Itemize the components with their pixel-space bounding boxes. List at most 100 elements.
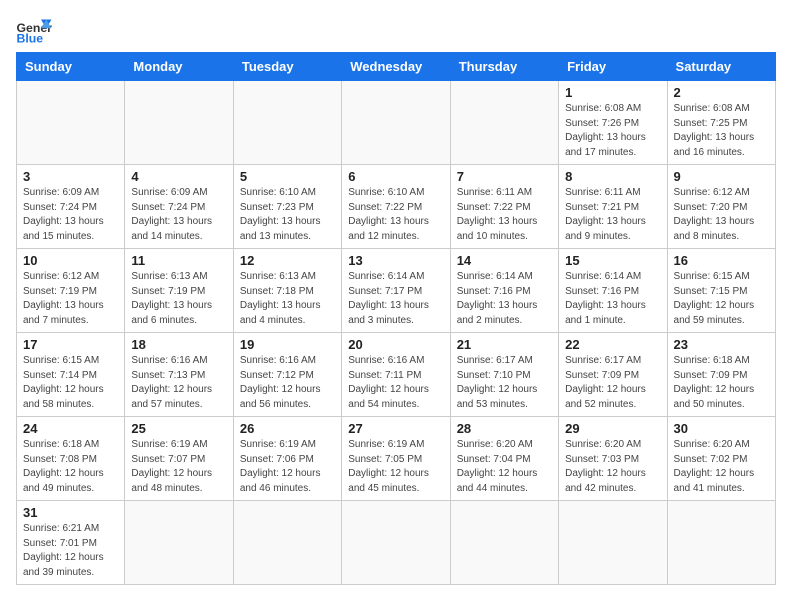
calendar-cell: [450, 81, 558, 165]
day-number: 7: [457, 169, 552, 184]
day-info: Sunrise: 6:08 AM Sunset: 7:26 PM Dayligh…: [565, 102, 660, 160]
day-number: 16: [674, 253, 769, 268]
day-number: 6: [348, 169, 443, 184]
page-header: General Blue: [16, 16, 776, 44]
weekday-header-row: SundayMondayTuesdayWednesdayThursdayFrid…: [17, 53, 776, 81]
day-info: Sunrise: 6:17 AM Sunset: 7:10 PM Dayligh…: [457, 354, 552, 412]
calendar-cell: [559, 501, 667, 585]
generalblue-logo-icon: General Blue: [16, 16, 52, 44]
day-number: 31: [23, 505, 118, 520]
day-number: 2: [674, 85, 769, 100]
weekday-header-wednesday: Wednesday: [342, 53, 450, 81]
weekday-header-thursday: Thursday: [450, 53, 558, 81]
day-number: 4: [131, 169, 226, 184]
week-row-1: 1 Sunrise: 6:08 AM Sunset: 7:26 PM Daylig…: [17, 81, 776, 165]
day-number: 24: [23, 421, 118, 436]
calendar-cell: 3Sunrise: 6:09 AM Sunset: 7:24 PM Daylig…: [17, 165, 125, 249]
week-row-2: 3 Sunrise: 6:09 AM Sunset: 7:24 PM Daylig…: [17, 165, 776, 249]
day-info: Sunrise: 6:20 AM Sunset: 7:02 PM Dayligh…: [674, 438, 769, 496]
calendar-cell: [233, 81, 341, 165]
calendar-cell: 26Sunrise: 6:19 AM Sunset: 7:06 PM Dayli…: [233, 417, 341, 501]
weekday-header-monday: Monday: [125, 53, 233, 81]
day-number: 13: [348, 253, 443, 268]
day-info: Sunrise: 6:16 AM Sunset: 7:13 PM Dayligh…: [131, 354, 226, 412]
day-info: Sunrise: 6:13 AM Sunset: 7:18 PM Dayligh…: [240, 270, 335, 328]
day-number: 20: [348, 337, 443, 352]
weekday-header-saturday: Saturday: [667, 53, 775, 81]
day-number: 30: [674, 421, 769, 436]
day-number: 14: [457, 253, 552, 268]
calendar-cell: 11 Sunrise: 6:13 AM Sunset: 7:19 PM Dayli…: [125, 249, 233, 333]
day-number: 9: [674, 169, 769, 184]
calendar-cell: 4 Sunrise: 6:09 AM Sunset: 7:24 PM Daylig…: [125, 165, 233, 249]
week-row-6: 31 Sunrise: 6:21 AM Sunset: 7:01 PM Dayli…: [17, 501, 776, 585]
calendar-cell: 25Sunrise: 6:19 AM Sunset: 7:07 PM Dayli…: [125, 417, 233, 501]
logo: General Blue: [16, 16, 52, 44]
calendar-cell: 23 Sunrise: 6:18 AM Sunset: 7:09 PM Dayli…: [667, 333, 775, 417]
calendar-cell: 19Sunrise: 6:16 AM Sunset: 7:12 PM Dayli…: [233, 333, 341, 417]
calendar-table: SundayMondayTuesdayWednesdayThursdayFrid…: [16, 52, 776, 585]
day-info: Sunrise: 6:11 AM Sunset: 7:22 PM Dayligh…: [457, 186, 552, 244]
calendar-cell: 13Sunrise: 6:14 AM Sunset: 7:17 PM Dayli…: [342, 249, 450, 333]
calendar-cell: 28Sunrise: 6:20 AM Sunset: 7:04 PM Dayli…: [450, 417, 558, 501]
day-number: 25: [131, 421, 226, 436]
calendar-cell: 8 Sunrise: 6:11 AM Sunset: 7:21 PM Daylig…: [559, 165, 667, 249]
day-number: 15: [565, 253, 660, 268]
day-number: 1: [565, 85, 660, 100]
calendar-cell: 14 Sunrise: 6:14 AM Sunset: 7:16 PM Dayli…: [450, 249, 558, 333]
calendar-cell: 7 Sunrise: 6:11 AM Sunset: 7:22 PM Daylig…: [450, 165, 558, 249]
day-number: 10: [23, 253, 118, 268]
svg-text:Blue: Blue: [17, 31, 44, 44]
day-info: Sunrise: 6:10 AM Sunset: 7:23 PM Dayligh…: [240, 186, 335, 244]
day-info: Sunrise: 6:10 AM Sunset: 7:22 PM Dayligh…: [348, 186, 443, 244]
day-info: Sunrise: 6:15 AM Sunset: 7:15 PM Dayligh…: [674, 270, 769, 328]
day-number: 12: [240, 253, 335, 268]
calendar-cell: 24 Sunrise: 6:18 AM Sunset: 7:08 PM Dayli…: [17, 417, 125, 501]
calendar-cell: [17, 81, 125, 165]
calendar-cell: [233, 501, 341, 585]
day-info: Sunrise: 6:15 AM Sunset: 7:14 PM Dayligh…: [23, 354, 118, 412]
calendar-cell: 6 Sunrise: 6:10 AM Sunset: 7:22 PM Daylig…: [342, 165, 450, 249]
day-info: Sunrise: 6:19 AM Sunset: 7:05 PM Dayligh…: [348, 438, 443, 496]
day-info: Sunrise: 6:18 AM Sunset: 7:08 PM Dayligh…: [23, 438, 118, 496]
day-info: Sunrise: 6:17 AM Sunset: 7:09 PM Dayligh…: [565, 354, 660, 412]
day-info: Sunrise: 6:14 AM Sunset: 7:16 PM Dayligh…: [565, 270, 660, 328]
day-number: 29: [565, 421, 660, 436]
calendar-cell: 5 Sunrise: 6:10 AM Sunset: 7:23 PM Daylig…: [233, 165, 341, 249]
calendar-cell: 2 Sunrise: 6:08 AM Sunset: 7:25 PM Daylig…: [667, 81, 775, 165]
day-number: 21: [457, 337, 552, 352]
day-number: 26: [240, 421, 335, 436]
calendar-cell: [667, 501, 775, 585]
week-row-4: 17Sunrise: 6:15 AM Sunset: 7:14 PM Dayli…: [17, 333, 776, 417]
day-number: 3: [23, 169, 118, 184]
day-info: Sunrise: 6:18 AM Sunset: 7:09 PM Dayligh…: [674, 354, 769, 412]
calendar-cell: [342, 501, 450, 585]
week-row-5: 24 Sunrise: 6:18 AM Sunset: 7:08 PM Dayli…: [17, 417, 776, 501]
calendar-cell: 12 Sunrise: 6:13 AM Sunset: 7:18 PM Dayli…: [233, 249, 341, 333]
calendar-cell: 1 Sunrise: 6:08 AM Sunset: 7:26 PM Daylig…: [559, 81, 667, 165]
day-info: Sunrise: 6:16 AM Sunset: 7:11 PM Dayligh…: [348, 354, 443, 412]
calendar-cell: 31 Sunrise: 6:21 AM Sunset: 7:01 PM Dayli…: [17, 501, 125, 585]
calendar-cell: 27Sunrise: 6:19 AM Sunset: 7:05 PM Dayli…: [342, 417, 450, 501]
day-number: 11: [131, 253, 226, 268]
day-info: Sunrise: 6:08 AM Sunset: 7:25 PM Dayligh…: [674, 102, 769, 160]
day-number: 28: [457, 421, 552, 436]
weekday-header-tuesday: Tuesday: [233, 53, 341, 81]
day-info: Sunrise: 6:21 AM Sunset: 7:01 PM Dayligh…: [23, 522, 118, 580]
calendar-cell: [450, 501, 558, 585]
calendar-cell: 18 Sunrise: 6:16 AM Sunset: 7:13 PM Dayli…: [125, 333, 233, 417]
day-info: Sunrise: 6:16 AM Sunset: 7:12 PM Dayligh…: [240, 354, 335, 412]
calendar-cell: 17Sunrise: 6:15 AM Sunset: 7:14 PM Dayli…: [17, 333, 125, 417]
day-number: 5: [240, 169, 335, 184]
day-number: 8: [565, 169, 660, 184]
calendar-cell: 29Sunrise: 6:20 AM Sunset: 7:03 PM Dayli…: [559, 417, 667, 501]
day-number: 18: [131, 337, 226, 352]
day-number: 23: [674, 337, 769, 352]
day-info: Sunrise: 6:12 AM Sunset: 7:19 PM Dayligh…: [23, 270, 118, 328]
day-info: Sunrise: 6:14 AM Sunset: 7:16 PM Dayligh…: [457, 270, 552, 328]
day-info: Sunrise: 6:09 AM Sunset: 7:24 PM Dayligh…: [131, 186, 226, 244]
day-info: Sunrise: 6:11 AM Sunset: 7:21 PM Dayligh…: [565, 186, 660, 244]
day-info: Sunrise: 6:13 AM Sunset: 7:19 PM Dayligh…: [131, 270, 226, 328]
weekday-header-sunday: Sunday: [17, 53, 125, 81]
week-row-3: 10 Sunrise: 6:12 AM Sunset: 7:19 PM Dayli…: [17, 249, 776, 333]
